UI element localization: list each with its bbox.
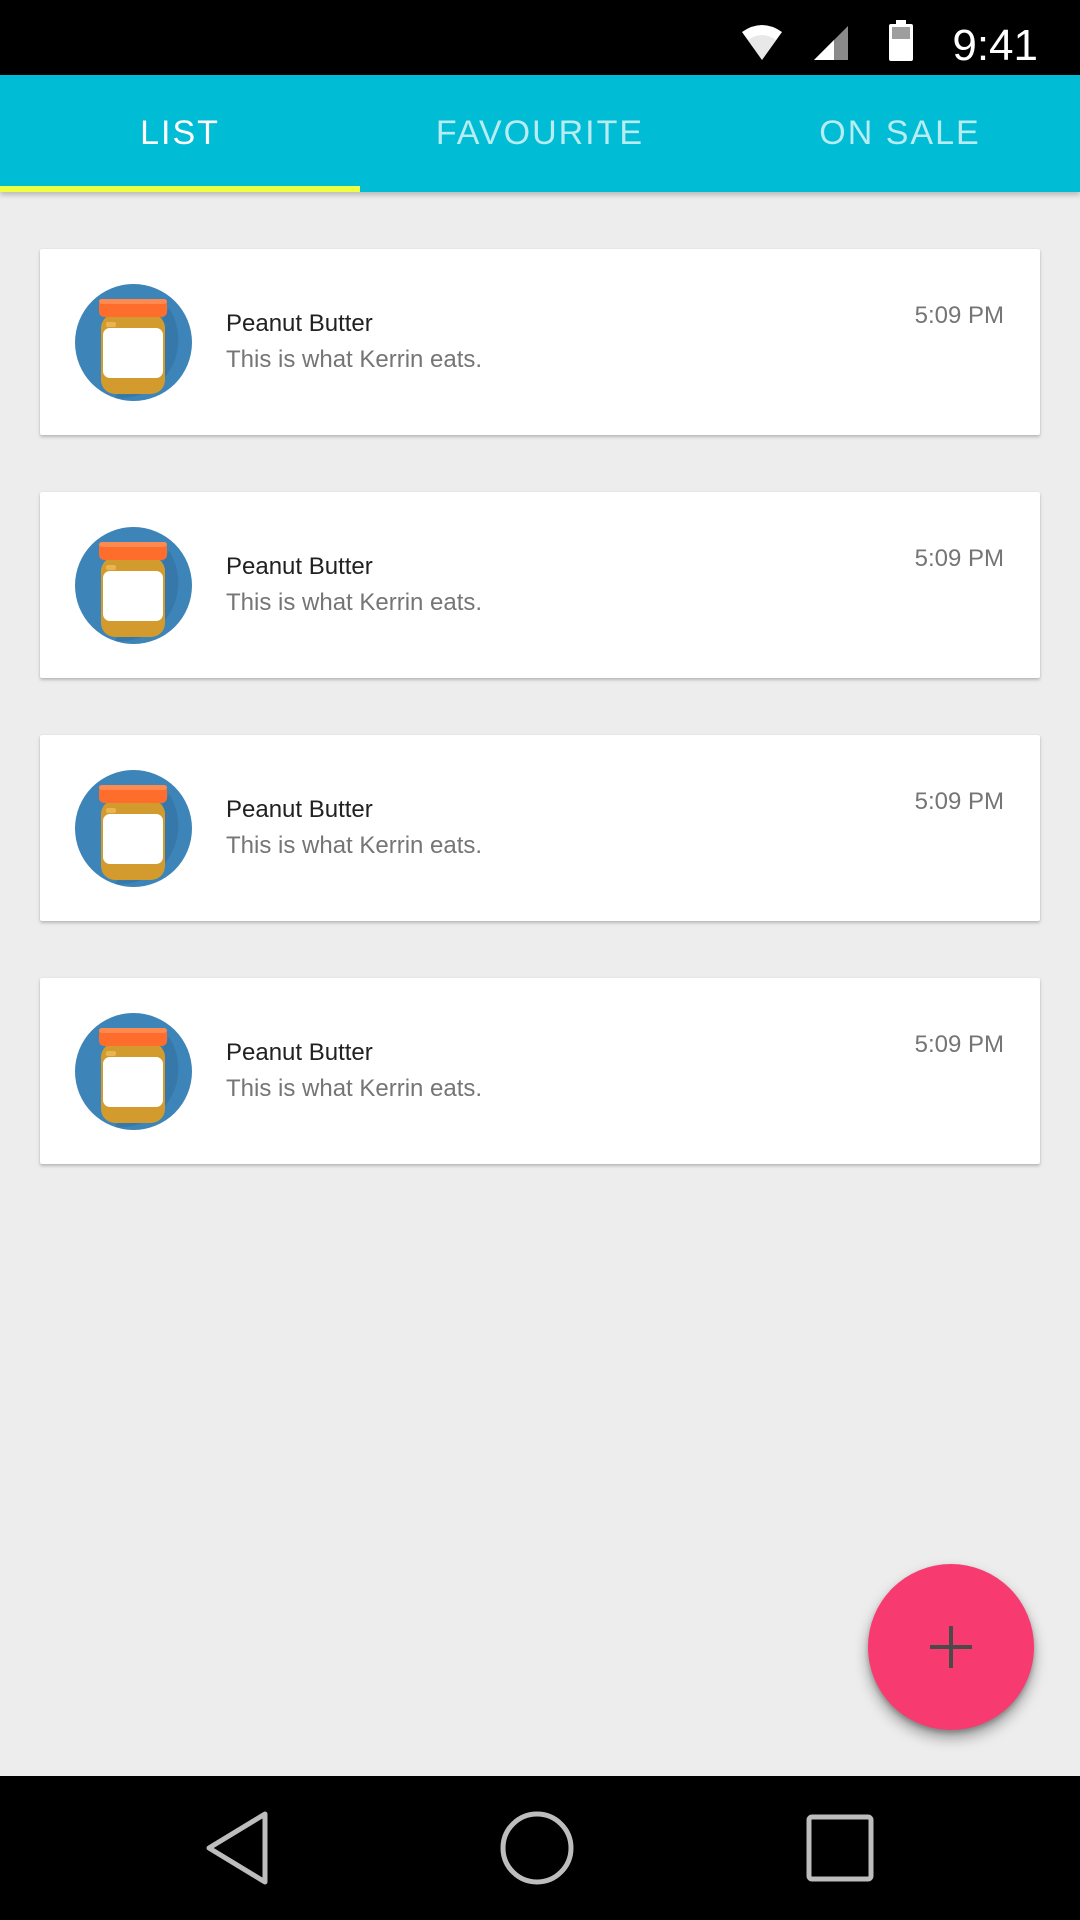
- home-icon: [500, 1811, 574, 1885]
- tab-on-sale[interactable]: ON SALE: [720, 75, 1080, 192]
- home-button[interactable]: [477, 1776, 597, 1920]
- tab-favourite[interactable]: FAVOURITE: [360, 75, 720, 192]
- list-item[interactable]: Peanut Butter This is what Kerrin eats. …: [40, 249, 1040, 435]
- peanut-butter-jar-icon: [75, 284, 192, 401]
- signal-icon: [814, 26, 848, 60]
- peanut-butter-jar-icon: [75, 527, 192, 644]
- plus-icon: [930, 1626, 972, 1668]
- back-button[interactable]: [178, 1776, 298, 1920]
- recents-button[interactable]: [780, 1776, 900, 1920]
- item-time: 5:09 PM: [914, 788, 1004, 815]
- item-subtitle: This is what Kerrin eats.: [226, 589, 483, 616]
- tab-indicator: [0, 186, 360, 192]
- item-title: Peanut Butter: [226, 310, 373, 337]
- item-title: Peanut Butter: [226, 1039, 373, 1066]
- status-time: 9:41: [952, 21, 1038, 70]
- tab-bar: LIST FAVOURITE ON SALE: [0, 75, 1080, 192]
- peanut-butter-jar-icon: [75, 770, 192, 887]
- item-subtitle: This is what Kerrin eats.: [226, 1075, 483, 1102]
- recents-icon: [806, 1814, 874, 1882]
- item-subtitle: This is what Kerrin eats.: [226, 832, 483, 859]
- list-item[interactable]: Peanut Butter This is what Kerrin eats. …: [40, 978, 1040, 1164]
- app-screen: 9:41 LIST FAVOURITE ON SALE Peanut Butte…: [0, 0, 1080, 1920]
- item-subtitle: This is what Kerrin eats.: [226, 346, 483, 373]
- wifi-icon: [742, 25, 782, 60]
- system-nav-bar: [0, 1776, 1080, 1920]
- item-title: Peanut Butter: [226, 553, 373, 580]
- item-time: 5:09 PM: [914, 1031, 1004, 1058]
- item-time: 5:09 PM: [914, 545, 1004, 572]
- peanut-butter-jar-icon: [75, 1013, 192, 1130]
- add-fab-button[interactable]: [868, 1564, 1034, 1730]
- tab-list[interactable]: LIST: [0, 75, 360, 192]
- status-bar: 9:41: [0, 0, 1080, 75]
- battery-icon: [889, 20, 913, 61]
- item-title: Peanut Butter: [226, 796, 373, 823]
- list-item[interactable]: Peanut Butter This is what Kerrin eats. …: [40, 492, 1040, 678]
- list-item[interactable]: Peanut Butter This is what Kerrin eats. …: [40, 735, 1040, 921]
- back-icon: [206, 1811, 268, 1885]
- item-time: 5:09 PM: [914, 302, 1004, 329]
